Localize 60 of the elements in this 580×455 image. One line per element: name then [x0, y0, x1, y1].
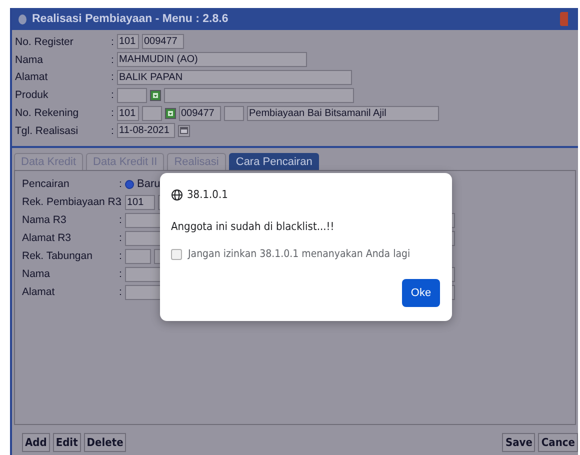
field-label: No. Rekening — [15, 107, 80, 120]
tab[interactable]: Cara Pencairan — [228, 153, 320, 170]
arrow-icon — [152, 92, 159, 99]
window-title: Realisasi Pembiayaan - Menu : 2.8.6 — [32, 13, 228, 25]
field-label: Alamat — [22, 286, 56, 298]
input-field[interactable]: 009477 — [179, 106, 221, 121]
globe-icon — [171, 188, 183, 200]
field-label: Nama — [15, 54, 44, 66]
input-field[interactable]: 101 — [117, 34, 139, 50]
lookup-button[interactable] — [150, 90, 161, 101]
input-field[interactable]: BALIK PAPAN — [117, 70, 352, 85]
lookup-button[interactable] — [165, 108, 176, 119]
colon: : — [119, 232, 123, 244]
field-label: Alamat R3 — [22, 232, 72, 244]
colon: : — [119, 268, 123, 280]
toolbar-button[interactable]: Edit — [52, 433, 81, 452]
calendar-icon — [180, 127, 188, 134]
dialog-title: 38.1.0.1 — [187, 188, 228, 201]
calendar-button[interactable] — [178, 124, 190, 137]
colon: : — [119, 286, 123, 298]
input-field[interactable]: Pembiayaan Bai Bitsamanil Ajil — [247, 106, 439, 121]
field-label: Tgl. Realisasi — [15, 124, 80, 137]
checkbox-option[interactable]: Jangan izinkan 38.1.0.1 menanyakan Anda lagi — [171, 248, 440, 260]
input-field[interactable] — [164, 88, 354, 103]
toolbar-button[interactable]: Save — [502, 433, 536, 452]
toolbar-button[interactable]: Cance — [538, 433, 578, 452]
input-field[interactable]: 11-08-2021 — [117, 123, 175, 138]
app-icon — [18, 14, 27, 24]
colon: : — [119, 250, 123, 262]
toolbar-button[interactable]: Delete — [84, 433, 126, 452]
field-label: No. Register — [15, 36, 74, 48]
colon: : — [111, 89, 115, 102]
input-field[interactable] — [142, 106, 162, 121]
field-label: Rek. Tabungan — [22, 250, 94, 262]
colon: : — [111, 71, 115, 84]
input-field[interactable]: 009477 — [142, 34, 184, 50]
input-field[interactable] — [117, 88, 147, 103]
radio-option[interactable]: Baru — [125, 178, 160, 190]
field-label: Nama — [22, 268, 52, 280]
dialog-message: Anggota ini sudah di blacklist...!! — [171, 220, 336, 233]
field-label: Rek. Pembiayaan R3 — [22, 196, 119, 208]
colon: : — [111, 54, 115, 66]
colon: : — [119, 214, 123, 226]
input-field[interactable]: 101 — [125, 194, 155, 210]
input-field[interactable] — [125, 248, 151, 264]
toolbar-button[interactable]: Add — [22, 433, 50, 452]
arrow-icon — [167, 110, 174, 117]
input-field[interactable] — [224, 106, 244, 121]
close-icon[interactable] — [560, 12, 568, 26]
colon: : — [111, 124, 115, 137]
field-label: Nama R3 — [22, 214, 68, 226]
field-label: Alamat — [15, 71, 49, 84]
colon: : — [119, 178, 123, 190]
colon: : — [111, 36, 115, 48]
colon: : — [111, 107, 115, 120]
input-field[interactable]: 101 — [117, 106, 139, 121]
input-field[interactable]: MAHMUDIN (AO) — [117, 52, 307, 68]
field-label: Pencairan — [22, 178, 70, 190]
ok-button[interactable]: Oke — [402, 279, 440, 307]
field-label: Produk — [15, 89, 50, 102]
